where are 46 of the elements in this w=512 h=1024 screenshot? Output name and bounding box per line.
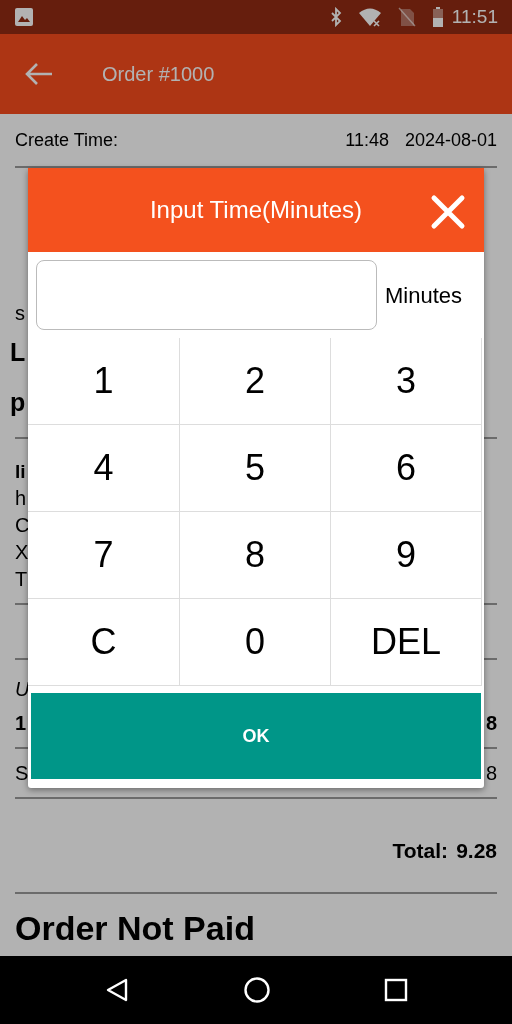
keypad-key[interactable]: 9 <box>331 512 482 599</box>
close-icon <box>430 193 466 230</box>
order-detail-text: T <box>15 568 28 590</box>
keypad-key[interactable]: DEL <box>331 599 482 686</box>
keypad-key[interactable]: 1 <box>28 338 180 425</box>
keypad-key[interactable]: 2 <box>180 338 331 425</box>
order-detail-text: X <box>15 541 29 563</box>
keypad-key[interactable]: C <box>28 599 180 686</box>
dialog-title: Input Time(Minutes) <box>149 195 363 225</box>
ok-button[interactable]: OK <box>31 693 481 779</box>
recents-nav-icon[interactable] <box>383 978 408 1002</box>
app-bar-title: Order #1000 <box>102 62 215 87</box>
image-icon <box>14 7 34 27</box>
order-detail-text: C <box>15 514 30 536</box>
home-nav-icon[interactable] <box>243 976 271 1004</box>
bluetooth-icon <box>329 7 342 27</box>
payment-status: Order Not Paid <box>15 909 255 947</box>
minutes-input-field[interactable] <box>36 260 377 330</box>
unit-label: Minutes <box>385 281 463 310</box>
keypad-key[interactable]: 7 <box>28 512 180 599</box>
item-text: S <box>15 761 29 786</box>
back-arrow-icon <box>24 62 54 87</box>
create-date-value: 2024-08-01 <box>404 128 497 152</box>
keypad-key[interactable]: 4 <box>28 425 180 512</box>
item-amount: 8 <box>485 761 497 786</box>
status-time: 11:51 <box>451 4 498 29</box>
keypad-key[interactable]: 6 <box>331 425 482 512</box>
back-button[interactable] <box>24 61 54 87</box>
battery-icon <box>431 7 444 27</box>
order-detail-text: s <box>15 302 25 324</box>
keypad-key[interactable]: 8 <box>180 512 331 599</box>
item-text: 1 <box>15 711 27 736</box>
total-label: Total: <box>392 837 449 864</box>
item-amount: 8 <box>485 711 497 736</box>
close-button[interactable] <box>430 192 466 228</box>
order-detail-text: li <box>15 461 26 482</box>
keypad-key[interactable]: 0 <box>180 599 331 686</box>
keypad-key[interactable]: 5 <box>180 425 331 512</box>
create-time-label: Create Time: <box>15 128 120 152</box>
order-detail-text: h <box>15 487 27 509</box>
wifi-off-icon <box>357 7 382 27</box>
keypad-key[interactable]: 3 <box>331 338 482 425</box>
total-value: 9.28 <box>456 837 497 864</box>
order-detail-text: L <box>10 338 26 366</box>
create-time-value: 11:48 <box>345 128 389 152</box>
order-detail-text: p <box>10 388 26 416</box>
